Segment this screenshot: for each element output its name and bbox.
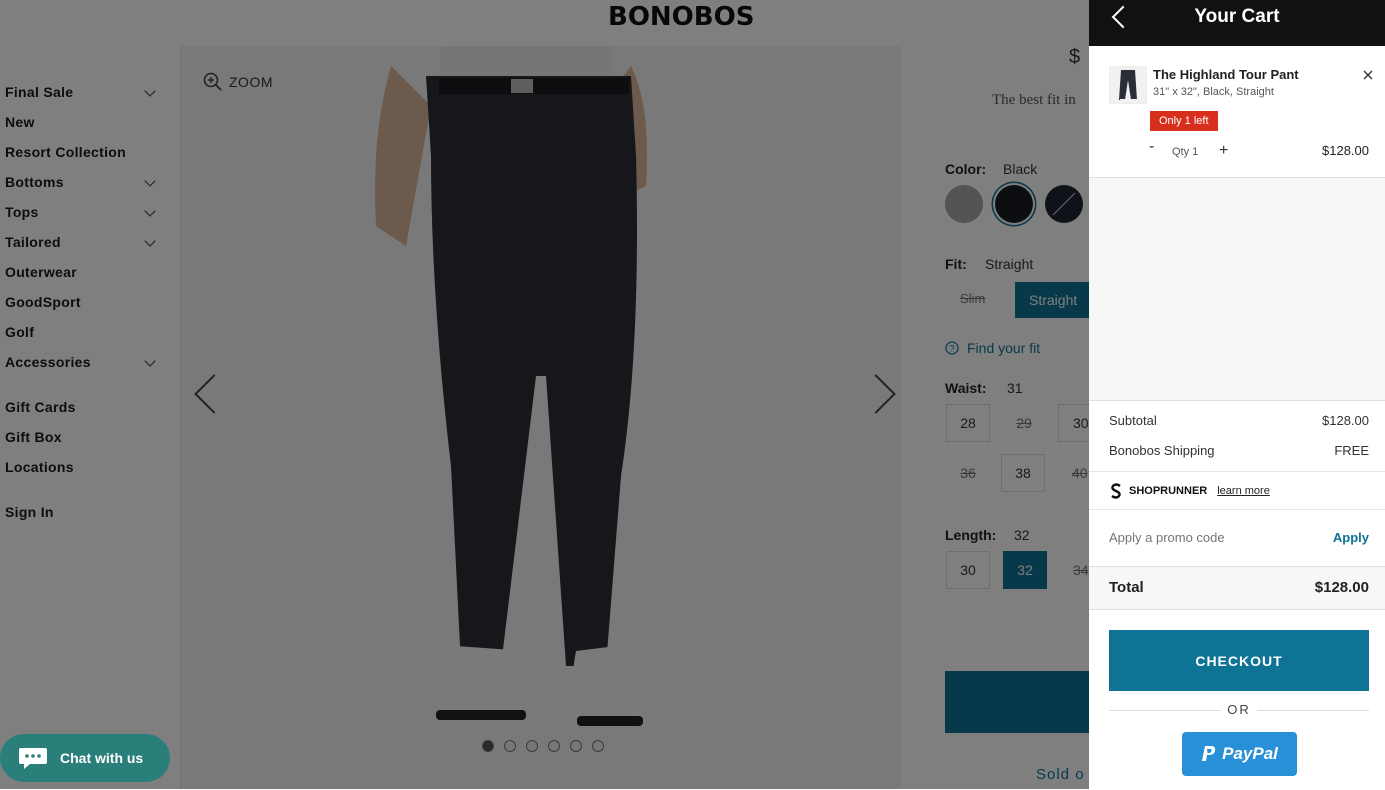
checkout-button[interactable]: CHECKOUT <box>1109 630 1369 691</box>
or-label: OR <box>1227 702 1251 717</box>
decrease-quantity-button[interactable]: - <box>1149 138 1154 156</box>
modal-overlay[interactable] <box>0 0 1089 789</box>
paypal-button[interactable]: PayPal <box>1182 732 1297 776</box>
divider <box>1089 471 1385 472</box>
paypal-label: PayPal <box>1222 744 1278 763</box>
shoprunner-logo-icon <box>1111 483 1121 499</box>
paypal-icon <box>1202 746 1216 761</box>
total-value: $128.00 <box>1314 579 1369 596</box>
promo-code-input[interactable] <box>1109 530 1289 545</box>
shipping-label: Bonobos Shipping <box>1109 443 1215 458</box>
subtotal-row: Subtotal $128.00 <box>1109 413 1369 428</box>
or-separator: OR <box>1109 700 1369 720</box>
total-row: Total $128.00 <box>1089 566 1385 610</box>
chat-button[interactable]: Chat with us <box>0 734 170 782</box>
cart-header: Your Cart <box>1089 0 1385 46</box>
cart-item-thumbnail[interactable] <box>1109 66 1147 104</box>
low-stock-badge: Only 1 left <box>1150 111 1218 131</box>
or-line-left <box>1109 710 1221 711</box>
subtotal-label: Subtotal <box>1109 413 1157 428</box>
subtotal-value: $128.00 <box>1322 413 1369 428</box>
shoprunner-row: SHOPRUNNER learn more <box>1109 483 1270 499</box>
total-label: Total <box>1109 579 1144 596</box>
promo-row: Apply <box>1109 530 1369 545</box>
cart-item: The Highland Tour Pant 31" x 32", Black,… <box>1089 46 1385 178</box>
shipping-value: FREE <box>1334 443 1369 458</box>
learn-more-link[interactable]: learn more <box>1217 485 1270 497</box>
divider <box>1089 509 1385 510</box>
cart-drawer: Your Cart The Highland Tour Pant 31" x 3… <box>1089 0 1385 790</box>
apply-promo-button[interactable]: Apply <box>1333 530 1369 545</box>
chat-bubble-icon <box>19 748 47 769</box>
cart-item-name[interactable]: The Highland Tour Pant <box>1153 67 1299 82</box>
pant-icon <box>1119 70 1137 101</box>
cart-title: Your Cart <box>1194 6 1280 27</box>
product-page: BONOBOS Final Sale New Resort Collection… <box>0 0 1385 790</box>
or-line-right <box>1257 710 1369 711</box>
cart-item-price: $128.00 <box>1322 143 1369 158</box>
chat-label: Chat with us <box>60 750 144 766</box>
shipping-row: Bonobos Shipping FREE <box>1109 443 1369 458</box>
cart-item-description: 31" x 32", Black, Straight <box>1153 86 1274 98</box>
quantity-value: Qty 1 <box>1172 146 1199 158</box>
shoprunner-brand: SHOPRUNNER <box>1129 485 1208 497</box>
close-icon[interactable] <box>1361 68 1375 82</box>
increase-quantity-button[interactable]: + <box>1219 142 1228 160</box>
